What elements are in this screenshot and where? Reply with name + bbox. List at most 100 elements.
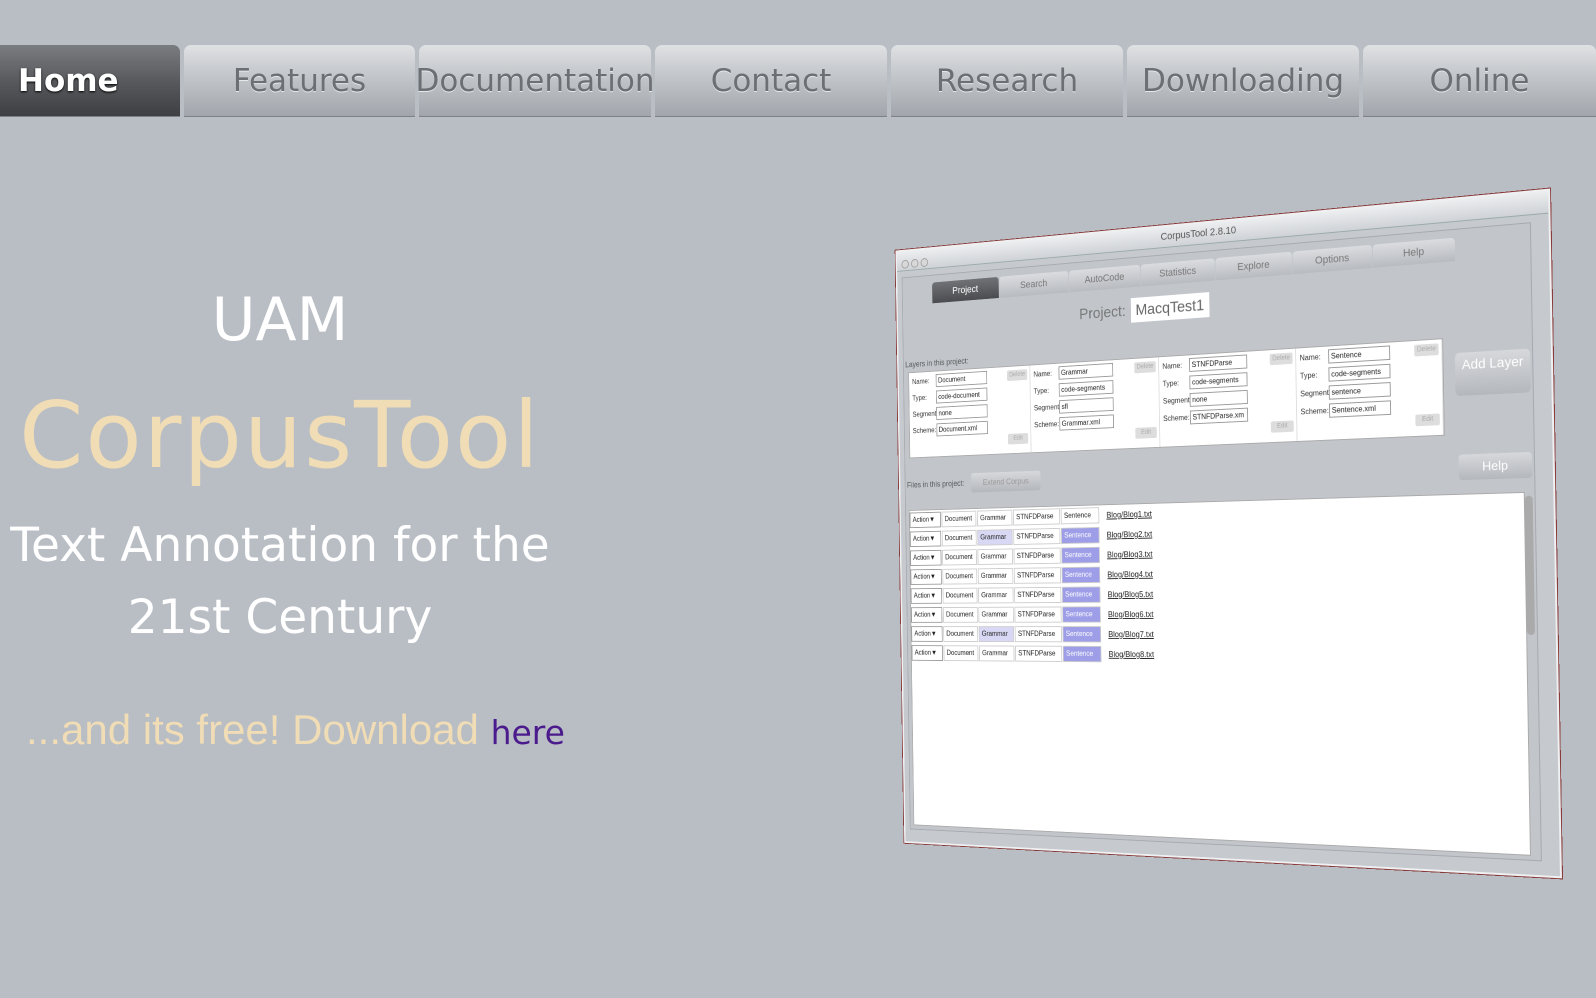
app-tab-options: Options [1293, 245, 1372, 274]
file-action-button: Action▼ [910, 531, 941, 547]
layer-delete-button: Delete [1134, 361, 1156, 373]
app-tab-search: Search [999, 271, 1068, 298]
file-action-button: Action▼ [910, 569, 941, 585]
layer-column: Name: Sentence Type: code-segments Segmenta s… [1296, 339, 1444, 441]
layer-field-row: Segmenta none [1163, 387, 1293, 408]
file-row: Action▼ Document Grammar STNFDParse Sentence… [912, 643, 1527, 667]
layer-field-value: STNFDParse.xm [1190, 408, 1248, 425]
file-action-button: Action▼ [911, 607, 942, 623]
nav-tab-contact[interactable]: Contact [655, 45, 887, 117]
project-name-row: Project: MacqTest1 [1079, 296, 1209, 324]
file-link: Blog/Blog5.txt [1108, 590, 1154, 599]
file-layer-grammar: Grammar [978, 587, 1014, 603]
app-screenshot: CorpusTool 2.8.10 Project Search AutoCod… [786, 188, 1586, 904]
file-layer-grammar: Grammar [979, 645, 1015, 661]
layers-label: Layers in this project: [905, 356, 969, 369]
layer-delete-button: Delete [1270, 353, 1293, 366]
layer-field-value: Grammar.xml [1059, 414, 1114, 430]
file-layer-sentence: Sentence [1062, 567, 1101, 584]
files-help-button: Help [1458, 452, 1532, 480]
main-nav: Home Features Documentation Contact Rese… [0, 45, 1596, 117]
file-layer-stnfd: STNFDParse [1013, 508, 1060, 525]
file-layer-sentence: Sentence [1061, 507, 1100, 524]
layer-edit-button: Edit [1008, 433, 1028, 445]
layer-field-label: Type: [1034, 386, 1059, 395]
layer-field-value: code-segments [1328, 364, 1390, 382]
layer-field-label: Name: [1033, 369, 1058, 379]
app-window: CorpusTool 2.8.10 Project Search AutoCod… [895, 189, 1562, 879]
file-layer-stnfd: STNFDParse [1015, 626, 1062, 642]
layer-field-value: code-segments [1059, 380, 1114, 397]
layer-field-value: code-document [936, 388, 988, 404]
nav-tab-online[interactable]: Online [1363, 45, 1596, 117]
add-layer-button: Add Layer [1455, 349, 1531, 397]
layer-field-value: STNFDParse [1189, 354, 1247, 371]
layer-field-label: Segmenta [1034, 403, 1059, 412]
layer-field-value: Document [936, 371, 987, 387]
file-link: Blog/Blog2.txt [1107, 529, 1153, 539]
file-link: Blog/Blog4.txt [1107, 570, 1153, 580]
nav-tab-features[interactable]: Features [184, 45, 415, 117]
window-controls [901, 254, 930, 276]
layer-edit-button: Edit [1135, 427, 1157, 439]
hero-tagline-line1: Text Annotation for the [0, 510, 560, 582]
file-layer-stnfd: STNFDParse [1014, 607, 1061, 623]
file-layer-sentence: Sentence [1062, 606, 1101, 622]
file-link: Blog/Blog6.txt [1108, 610, 1154, 619]
file-link: Blog/Blog1.txt [1106, 509, 1152, 519]
file-layer-grammar: Grammar [977, 529, 1013, 546]
nav-tab-research[interactable]: Research [891, 45, 1123, 117]
layer-field-row: Segmenta sentence [1300, 379, 1438, 401]
file-layer-stnfd: STNFDParse [1014, 548, 1061, 565]
nav-tab-documentation[interactable]: Documentation [419, 45, 651, 117]
project-name: MacqTest1 [1130, 292, 1209, 323]
layer-field-label: Name: [1162, 361, 1189, 371]
download-link[interactable]: here [491, 713, 565, 752]
nav-tab-home[interactable]: Home [0, 45, 180, 117]
layer-field-value: none [1190, 390, 1248, 407]
file-layer-sentence: Sentence [1062, 586, 1101, 602]
file-layer-grammar: Grammar [977, 510, 1013, 527]
nav-tab-downloading[interactable]: Downloading [1127, 45, 1359, 117]
layer-field-value: Sentence [1328, 345, 1390, 363]
file-link: Blog/Blog7.txt [1108, 630, 1154, 639]
layer-field-label: Scheme: [1034, 420, 1059, 429]
file-layer-sentence: Sentence [1061, 527, 1100, 544]
extend-corpus-button: Extend Corpus [971, 471, 1041, 493]
file-layer-document: Document [943, 607, 978, 623]
file-layer-document: Document [942, 549, 977, 565]
layer-field-label: Segmenta [1163, 396, 1190, 406]
files-table: Action▼ Document Grammar STNFDParse Sentence… [909, 492, 1531, 856]
file-layer-document: Document [941, 511, 976, 528]
layer-field-label: Segmenta [1300, 388, 1329, 398]
layer-field-label: Type: [912, 393, 936, 402]
file-action-button: Action▼ [910, 550, 941, 566]
layer-field-label: Scheme: [913, 426, 937, 435]
layer-field-value: sfl [1059, 397, 1114, 413]
files-scrollbar [1525, 496, 1535, 635]
layer-column: Name: STNFDParse Type: code-segments Segment… [1159, 349, 1298, 447]
layer-field-label: Scheme: [1301, 406, 1330, 416]
layer-field-row: Segmenta none [912, 402, 1027, 421]
layer-field-value: none [936, 404, 988, 420]
layer-field-value: Sentence.xml [1329, 400, 1391, 417]
project-label: Project: [1079, 302, 1126, 323]
file-layer-sentence: Sentence [1061, 547, 1100, 564]
layer-field-label: Scheme: [1163, 413, 1190, 423]
hero-tagline: Text Annotation for the 21st Century [0, 510, 560, 654]
file-layer-grammar: Grammar [978, 607, 1014, 623]
file-link: Blog/Blog8.txt [1109, 650, 1155, 659]
layers-panel: Name: Document Type: code-document Segmenta n… [908, 338, 1445, 458]
layer-field-value: Document.xml [936, 421, 988, 437]
hero-org: UAM [0, 290, 560, 350]
file-layer-stnfd: STNFDParse [1014, 587, 1061, 603]
file-layer-sentence: Sentence [1063, 646, 1102, 662]
app-tab-autocode: AutoCode [1069, 265, 1141, 293]
layer-field-row: Segmenta sfl [1034, 395, 1156, 415]
file-layer-document: Document [943, 588, 978, 604]
layer-column: Name: Grammar Type: code-segments Segmenta sf… [1030, 357, 1160, 452]
file-action-button: Action▼ [911, 588, 942, 604]
layer-field-row: Type: code-document [912, 385, 1027, 405]
layer-field-value: sentence [1329, 382, 1391, 400]
file-action-button: Action▼ [910, 512, 941, 528]
